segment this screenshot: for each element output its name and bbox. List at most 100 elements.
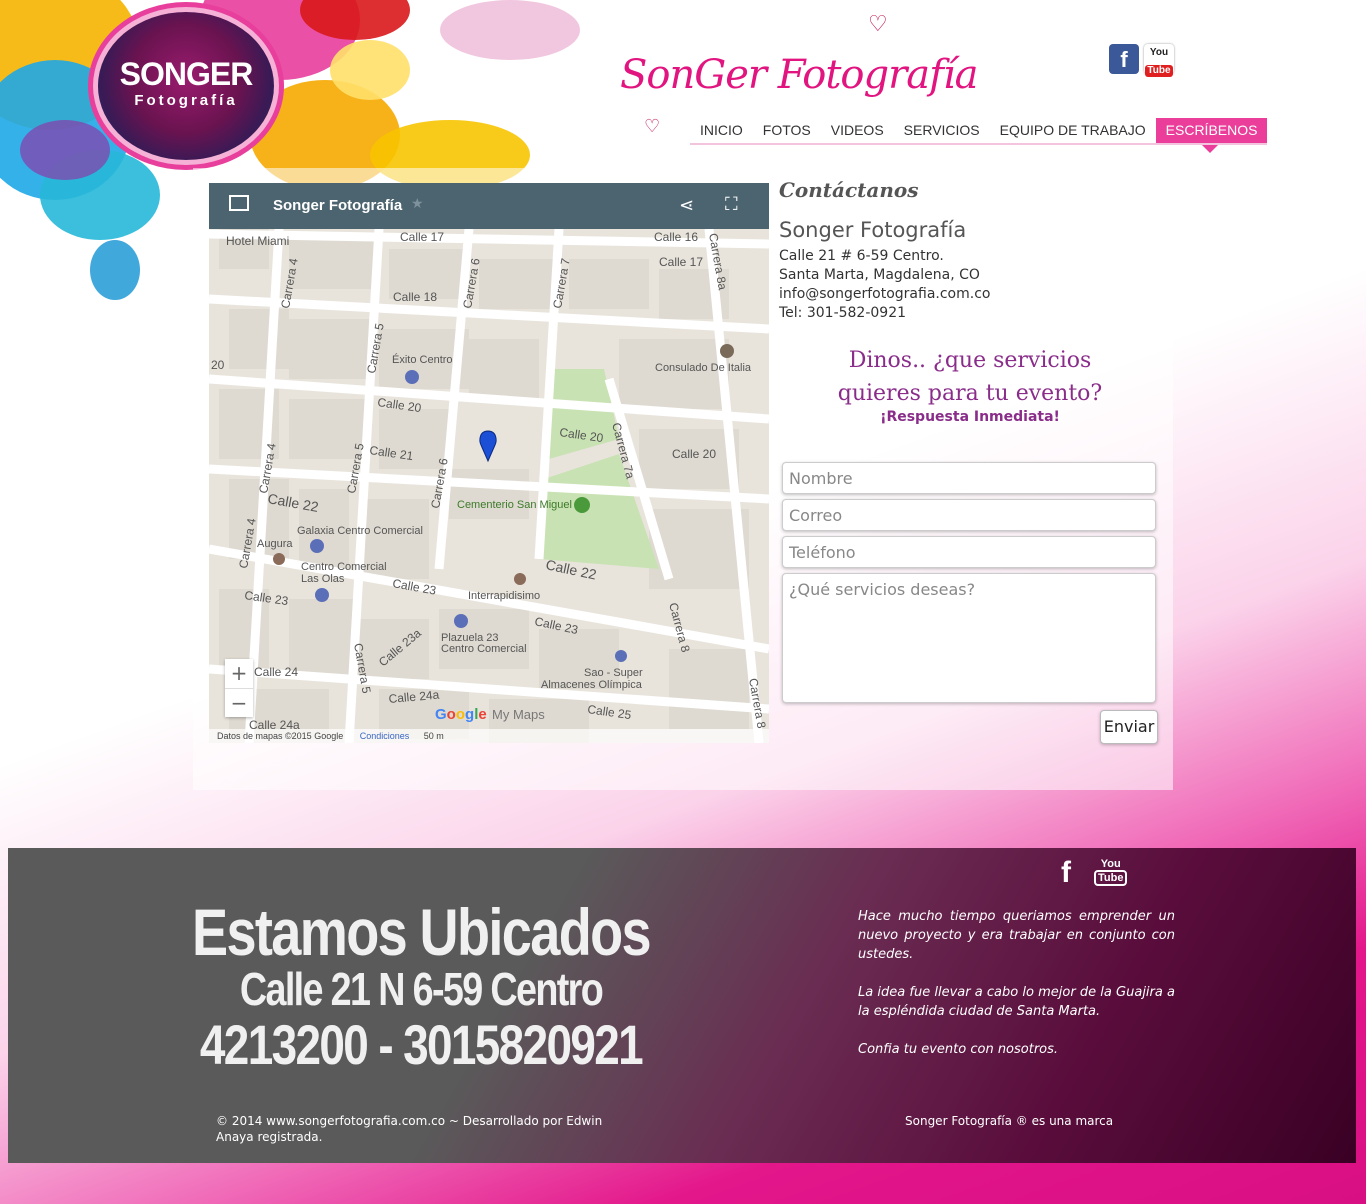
- map-block: [479, 259, 559, 309]
- map-label-sao1: Sao - Super: [584, 667, 643, 679]
- google-letter: o: [446, 706, 456, 723]
- name-field[interactable]: Nombre: [782, 462, 1156, 494]
- map-label-num20: 20: [211, 358, 225, 372]
- map-label-ccolas1: Centro Comercial: [301, 561, 387, 573]
- footer: f You Tube Estamos Ubicados Calle 21 N 6…: [8, 848, 1356, 1163]
- contact-city: Santa Marta, Magdalena, CO: [779, 267, 980, 283]
- park-icon[interactable]: [574, 497, 590, 513]
- share-icon[interactable]: ⋖: [679, 195, 694, 216]
- map-label-interrapidisimo: Interrapidisimo: [468, 590, 540, 602]
- map-block: [289, 319, 369, 379]
- map-block: [449, 469, 529, 519]
- map-block: [289, 599, 359, 679]
- map-header: Songer Fotografía ★ ⋖ ⛶: [209, 183, 769, 229]
- google-letter: g: [465, 706, 475, 723]
- nav-inicio[interactable]: INICIO: [690, 118, 753, 145]
- map-block: [289, 239, 379, 289]
- google-logo: Google: [435, 706, 487, 723]
- brand-logo[interactable]: SONGER Fotografía: [98, 12, 274, 160]
- footer-headline: Estamos Ubicados: [192, 895, 652, 969]
- google-letter: G: [435, 706, 447, 723]
- map-block: [469, 339, 539, 399]
- star-icon[interactable]: ★: [411, 196, 424, 212]
- contact-phone: Tel: 301-582-0921: [779, 305, 907, 321]
- facebook-icon[interactable]: f: [1109, 44, 1139, 74]
- nav-fotos[interactable]: FOTOS: [753, 118, 821, 145]
- logo-sub-text: Fotografía: [134, 92, 238, 109]
- shopping-icon[interactable]: [454, 614, 468, 628]
- map-label-calle16: Calle 16: [654, 230, 698, 244]
- landmark-icon[interactable]: [720, 344, 734, 358]
- shopping-icon[interactable]: [405, 370, 419, 384]
- map-scale: 50 m: [423, 731, 444, 741]
- map-label-exito: Éxito Centro: [392, 353, 453, 366]
- fullscreen-icon[interactable]: ⛶: [725, 194, 738, 215]
- nav-equipo[interactable]: EQUIPO DE TRABAJO: [990, 118, 1156, 145]
- footer-text-2: La idea fue llevar a cabo lo mejor de la…: [858, 985, 1175, 1019]
- footer-youtube-tube: Tube: [1094, 870, 1128, 886]
- map-label-cementerio: Cementerio San Miguel: [457, 499, 572, 511]
- phone-field[interactable]: Teléfono: [782, 536, 1156, 568]
- map-label-calle18: Calle 18: [393, 290, 437, 304]
- map-label-ccolas2: Las Olas: [301, 573, 345, 585]
- map-canvas: Hotel Miami Calle 17 Calle 16 Calle 17 C…: [209, 229, 769, 743]
- poi-icon[interactable]: [514, 573, 526, 585]
- pitch-line-2: quieres para tu evento?: [837, 381, 1103, 406]
- map-block: [569, 259, 649, 309]
- nav-servicios[interactable]: SERVICIOS: [894, 118, 990, 145]
- message-field[interactable]: ¿Qué servicios deseas?: [782, 573, 1156, 703]
- map-label-calle17a: Calle 17: [400, 230, 444, 244]
- google-letter: e: [478, 706, 487, 723]
- youtube-tube-text: Tube: [1145, 65, 1173, 77]
- zoom-control: + −: [225, 659, 253, 717]
- pitch-line-1: Dinos.. ¿que servicios: [848, 348, 1092, 373]
- zoom-out-button[interactable]: −: [225, 689, 253, 718]
- map-label-calle20c: Calle 20: [672, 447, 716, 461]
- map-attribution: Datos de mapas ©2015 Google: [217, 731, 344, 741]
- my-maps-label: My Maps: [492, 707, 545, 722]
- footer-text-3: Confia tu evento con nosotros.: [858, 1042, 1059, 1057]
- map-label-hotel: Hotel Miami: [226, 234, 289, 248]
- footer-text-1: Hace mucho tiempo queriamos emprender un…: [858, 909, 1175, 962]
- cart-icon[interactable]: [615, 650, 627, 662]
- contact-address: Calle 21 # 6-59 Centro.: [779, 248, 944, 264]
- map-footer: Datos de mapas ©2015 Google Condiciones …: [209, 729, 769, 743]
- shopping-icon[interactable]: [310, 539, 324, 553]
- map-label-sao2: Almacenes Olímpica: [541, 679, 643, 691]
- contact-heading: Contáctanos: [779, 178, 919, 202]
- pitch-subline: ¡Respuesta Inmediata!: [880, 409, 1060, 425]
- footer-trademark: Songer Fotografía ® es una marca: [905, 1114, 1114, 1128]
- map-label-consulado: Consulado De Italia: [655, 362, 752, 374]
- map-sidebar-icon[interactable]: [229, 195, 249, 211]
- logo-main-text: SONGER: [119, 56, 254, 92]
- footer-facebook-icon[interactable]: f: [1061, 856, 1071, 890]
- nav-escribenos[interactable]: ESCRÍBENOS: [1155, 118, 1268, 153]
- footer-youtube-icon[interactable]: You Tube: [1094, 858, 1128, 886]
- embedded-map[interactable]: Songer Fotografía ★ ⋖ ⛶ Hotel Miami Call…: [209, 183, 769, 743]
- footer-copyright: © 2014 www.songerfotografia.com.co ~ Des…: [216, 1114, 603, 1144]
- email-field[interactable]: Correo: [782, 499, 1156, 531]
- footer-phones: 4213200 - 3015820921: [199, 1013, 644, 1076]
- google-letter: o: [455, 706, 466, 723]
- map-label-galaxia: Galaxia Centro Comercial: [297, 525, 423, 537]
- map-title[interactable]: Songer Fotografía: [273, 197, 402, 214]
- shopping-icon[interactable]: [315, 588, 329, 602]
- nav-underline: [690, 143, 1268, 145]
- heart-icon: ♡: [868, 12, 888, 37]
- map-block: [229, 309, 289, 369]
- youtube-you-text: You: [1149, 47, 1169, 58]
- zoom-in-button[interactable]: +: [225, 659, 253, 688]
- contact-email[interactable]: info@songerfotografia.com.co: [779, 286, 990, 302]
- youtube-icon[interactable]: You Tube: [1144, 44, 1174, 77]
- map-label-calle24: Calle 24: [254, 665, 298, 679]
- map-terms-link[interactable]: Condiciones: [360, 731, 410, 741]
- map-label-plazuela2: Centro Comercial: [441, 643, 527, 655]
- contact-name: Songer Fotografía: [779, 218, 967, 242]
- send-button[interactable]: Enviar: [1100, 710, 1158, 744]
- poi-icon[interactable]: [273, 553, 285, 565]
- map-label-calle17b: Calle 17: [659, 255, 703, 269]
- map-block: [669, 649, 749, 729]
- nav-videos[interactable]: VIDEOS: [821, 118, 894, 145]
- brand-script-title: SonGer Fotografía: [620, 52, 979, 98]
- heart-icon: ♡: [644, 116, 661, 137]
